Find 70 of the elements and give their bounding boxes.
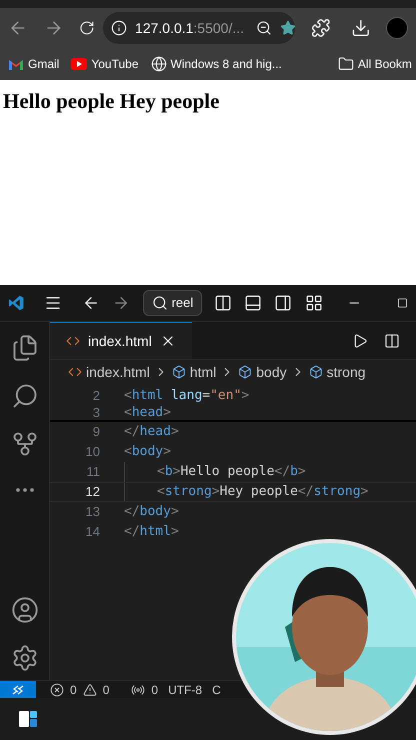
split-editor-icon[interactable] <box>384 332 400 348</box>
line-number: 10 <box>84 443 100 462</box>
run-icon[interactable] <box>352 332 368 348</box>
cube-icon <box>308 365 323 379</box>
line-number: 13 <box>84 503 100 522</box>
line-ending-label[interactable]: C <box>212 680 221 698</box>
play-logo-icon <box>71 58 88 70</box>
bookmark-link[interactable]: YouTube <box>91 55 138 73</box>
cube-icon <box>172 365 186 379</box>
page-heading: Hello people Hey people <box>3 88 220 115</box>
maximize-icon[interactable] <box>397 297 408 309</box>
reload-icon[interactable] <box>79 20 96 36</box>
url-text: 127.0.0.1:5500/... <box>135 18 244 38</box>
remote-icon <box>12 684 24 694</box>
sidebar-toggle-icon[interactable] <box>214 293 232 313</box>
cube-icon <box>238 365 252 379</box>
panel-toggle-icon[interactable] <box>244 293 262 313</box>
bookmark-link[interactable]: Windows 8 and hig... <box>170 55 282 73</box>
star-icon[interactable] <box>280 20 296 36</box>
code-line: </html> <box>124 523 179 542</box>
bookmark-link[interactable]: All Bookm <box>358 55 412 73</box>
zoom-out-icon[interactable] <box>256 20 272 36</box>
breadcrumb-item[interactable]: html <box>190 362 216 382</box>
secondary-panel-icon[interactable] <box>274 293 293 313</box>
account-icon[interactable] <box>10 596 38 624</box>
line-number: 12 <box>84 483 100 502</box>
search-icon <box>152 295 168 311</box>
info-icon <box>111 20 128 36</box>
editor-tab[interactable]: index.html <box>50 322 192 359</box>
search-field[interactable]: reel <box>142 290 202 316</box>
settings-icon[interactable] <box>10 644 38 672</box>
line-number: 3 <box>92 404 100 422</box>
address-bar[interactable]: 127.0.0.1:5500/... <box>103 12 296 44</box>
bookmark-link[interactable]: Gmail <box>28 55 60 73</box>
line-number: 11 <box>86 463 100 482</box>
line-number: 2 <box>92 387 100 406</box>
line-number: 9 <box>92 423 100 442</box>
line-number: 14 <box>84 523 100 542</box>
code-line: <strong>Hey people</strong> <box>157 483 368 502</box>
branch-icon[interactable] <box>10 430 38 458</box>
globe-icon <box>150 56 166 72</box>
puzzle-icon[interactable] <box>311 18 331 38</box>
mail-logo-icon <box>8 58 24 70</box>
breadcrumb-item[interactable]: index.html <box>86 362 150 382</box>
error-icon[interactable] <box>50 682 64 696</box>
error-count: 0 <box>70 682 77 698</box>
breadcrumb-item[interactable]: body <box>256 362 287 382</box>
code-icon <box>68 365 82 379</box>
warning-icon[interactable] <box>82 682 97 696</box>
breadcrumb-item[interactable]: strong <box>326 362 366 382</box>
code-line: <body> <box>124 443 171 462</box>
warning-count: 0 <box>102 682 110 698</box>
code-icon <box>66 334 80 348</box>
widgets-icon[interactable] <box>18 709 38 729</box>
port-count: 0 <box>151 682 158 698</box>
folder-icon <box>338 56 354 72</box>
code-line: <b>Hello people</b> <box>157 463 306 482</box>
code-line: <head> <box>124 404 171 422</box>
search-icon[interactable] <box>10 382 38 410</box>
download-icon[interactable] <box>350 18 370 38</box>
files-icon[interactable] <box>10 334 38 362</box>
code-line: </head> <box>124 423 179 442</box>
broadcast-icon[interactable] <box>131 682 146 696</box>
editor-logo-icon <box>8 294 24 312</box>
code-line: </body> <box>124 503 179 522</box>
profile-avatar[interactable] <box>386 17 408 39</box>
remote-button[interactable] <box>0 681 36 698</box>
code-line: <html lang="en"> <box>124 387 250 406</box>
encoding-label[interactable]: UTF-8 <box>168 680 202 698</box>
layout-icon[interactable] <box>304 293 323 313</box>
